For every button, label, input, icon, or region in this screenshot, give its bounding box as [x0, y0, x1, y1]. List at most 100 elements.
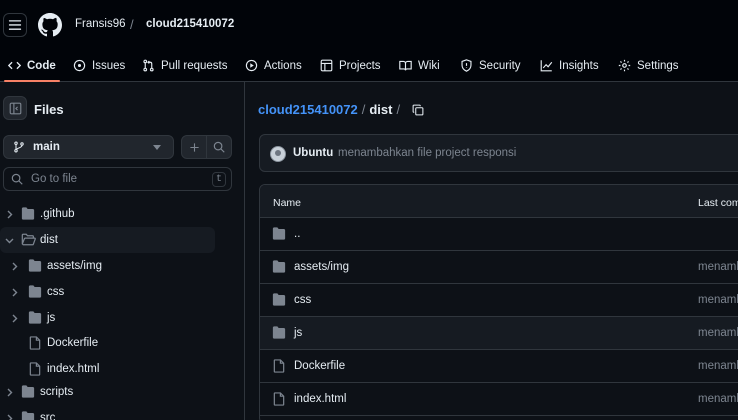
table-header: Name Last commit message [260, 185, 738, 218]
breadcrumb: cloud215410072 / dist / [258, 102, 424, 117]
repo-owner-link[interactable]: Fransis96 [75, 18, 126, 30]
tree-item-label: js [47, 312, 56, 324]
column-name-header: Name [273, 197, 302, 209]
row-commit-message[interactable]: menambahkan file project responsi [698, 294, 738, 306]
row-name[interactable]: css [294, 294, 311, 306]
tree-item-dist[interactable]: dist [0, 227, 215, 253]
tab-insights[interactable]: Insights [540, 50, 599, 81]
row-name[interactable]: .. [294, 228, 300, 240]
tab-security[interactable]: Security [460, 50, 521, 81]
repo-name-link[interactable]: cloud215410072 [146, 18, 234, 30]
tree-item-css[interactable]: css [0, 279, 215, 305]
tab-label: Wiki [418, 59, 440, 72]
graph-icon [540, 60, 553, 72]
tab-label: Insights [559, 59, 599, 72]
table-row[interactable]: js menambahkan file project responsi [260, 317, 738, 350]
file-icon [29, 336, 41, 350]
tab-actions[interactable]: Actions [245, 50, 302, 81]
folder-icon [28, 259, 42, 272]
file-icon [273, 392, 285, 406]
code-icon [8, 61, 21, 70]
breadcrumb-repo-link[interactable]: cloud215410072 [258, 102, 358, 117]
file-table: Name Last commit message .. assets/img m… [259, 184, 738, 420]
tree-item-dockerfile[interactable]: Dockerfile [0, 330, 215, 356]
table-row[interactable]: index.html menambahkan file project resp… [260, 383, 738, 416]
tab-label: Actions [264, 59, 302, 72]
github-logo-icon[interactable] [38, 13, 62, 37]
breadcrumb-separator: / [361, 102, 366, 117]
row-name[interactable]: Dockerfile [294, 360, 345, 372]
chevron-right-icon [7, 414, 13, 420]
folder-icon [272, 227, 286, 240]
table-row[interactable]: Dockerfile menambahkan file project resp… [260, 350, 738, 383]
tree-item-label: .github [40, 208, 75, 220]
table-row[interactable]: css menambahkan file project responsi [260, 284, 738, 317]
row-name[interactable]: js [294, 327, 302, 339]
avatar[interactable] [270, 146, 286, 162]
table-row[interactable]: .. [260, 218, 738, 251]
folder-icon [21, 385, 35, 398]
gear-icon [618, 59, 631, 72]
row-commit-message[interactable]: menambahkan file project responsi [698, 360, 738, 372]
app-header: Fransis96 / cloud215410072 [0, 0, 738, 50]
tab-code[interactable]: Code [4, 50, 60, 82]
row-name[interactable]: assets/img [294, 261, 349, 273]
go-to-file-input[interactable] [31, 173, 191, 185]
latest-commit-box: Ubuntu menambahkan file project responsi [259, 134, 738, 172]
plus-icon [189, 142, 199, 152]
tab-projects[interactable]: Projects [320, 50, 381, 81]
tab-label: Pull requests [161, 59, 228, 72]
search-icon [213, 141, 225, 153]
tree-item-github[interactable]: .github [0, 201, 215, 227]
breadcrumb-current: dist [369, 102, 393, 117]
copy-icon [412, 104, 424, 115]
file-icon [273, 359, 285, 373]
tab-pull-requests[interactable]: Pull requests [142, 50, 227, 81]
copy-path-button[interactable] [412, 104, 424, 116]
add-file-button[interactable] [181, 135, 207, 159]
folder-open-icon [21, 233, 36, 246]
folder-icon [272, 326, 286, 339]
tree-item-scripts[interactable]: scripts [0, 379, 215, 405]
tab-label: Settings [637, 59, 679, 72]
keyboard-shortcut-badge: t [212, 172, 226, 187]
folder-icon [28, 285, 42, 298]
commit-message[interactable]: menambahkan file project responsi [338, 147, 516, 159]
tab-wiki[interactable]: Wiki [399, 50, 440, 81]
issue-icon [73, 59, 86, 72]
chevron-right-icon [7, 388, 13, 397]
tab-issues[interactable]: Issues [73, 50, 125, 81]
breadcrumb-separator: / [396, 102, 401, 117]
chevron-right-icon [7, 210, 13, 219]
tab-label: Security [479, 59, 521, 72]
go-to-file-field[interactable]: t [3, 167, 232, 191]
collapse-sidebar-button[interactable] [3, 96, 27, 120]
search-files-button[interactable] [207, 135, 232, 159]
branch-selector[interactable]: main [3, 135, 174, 159]
sidebar-collapse-icon [9, 102, 21, 114]
file-icon [29, 362, 41, 376]
file-tree-sidebar: Files main t .github dist assets/img css [0, 82, 245, 420]
chevron-right-icon [12, 262, 18, 271]
tab-settings[interactable]: Settings [618, 50, 679, 81]
folder-icon [28, 311, 42, 324]
tree-item-src[interactable]: src [0, 405, 215, 420]
tree-item-js[interactable]: js [0, 305, 215, 331]
menu-button[interactable] [3, 13, 27, 37]
folder-icon [21, 411, 35, 420]
tree-item-label: scripts [40, 386, 74, 398]
row-commit-message[interactable]: menambahkan file project responsi [698, 327, 738, 339]
row-commit-message[interactable]: menambahkan file project responsi [698, 261, 738, 273]
commit-author[interactable]: Ubuntu [293, 147, 333, 159]
play-icon [245, 59, 258, 72]
pull-request-icon [143, 59, 154, 72]
folder-icon [272, 293, 286, 306]
column-commit-header: Last commit message [698, 197, 738, 209]
table-row[interactable]: assets/img menambahkan file project resp… [260, 251, 738, 284]
caret-down-icon [153, 145, 161, 150]
tree-item-assets-img[interactable]: assets/img [0, 253, 215, 279]
row-name[interactable]: index.html [294, 393, 346, 405]
tree-item-label: assets/img [47, 260, 102, 272]
row-commit-message[interactable]: menambahkan file project responsi [698, 393, 738, 405]
chevron-right-icon [12, 314, 18, 323]
